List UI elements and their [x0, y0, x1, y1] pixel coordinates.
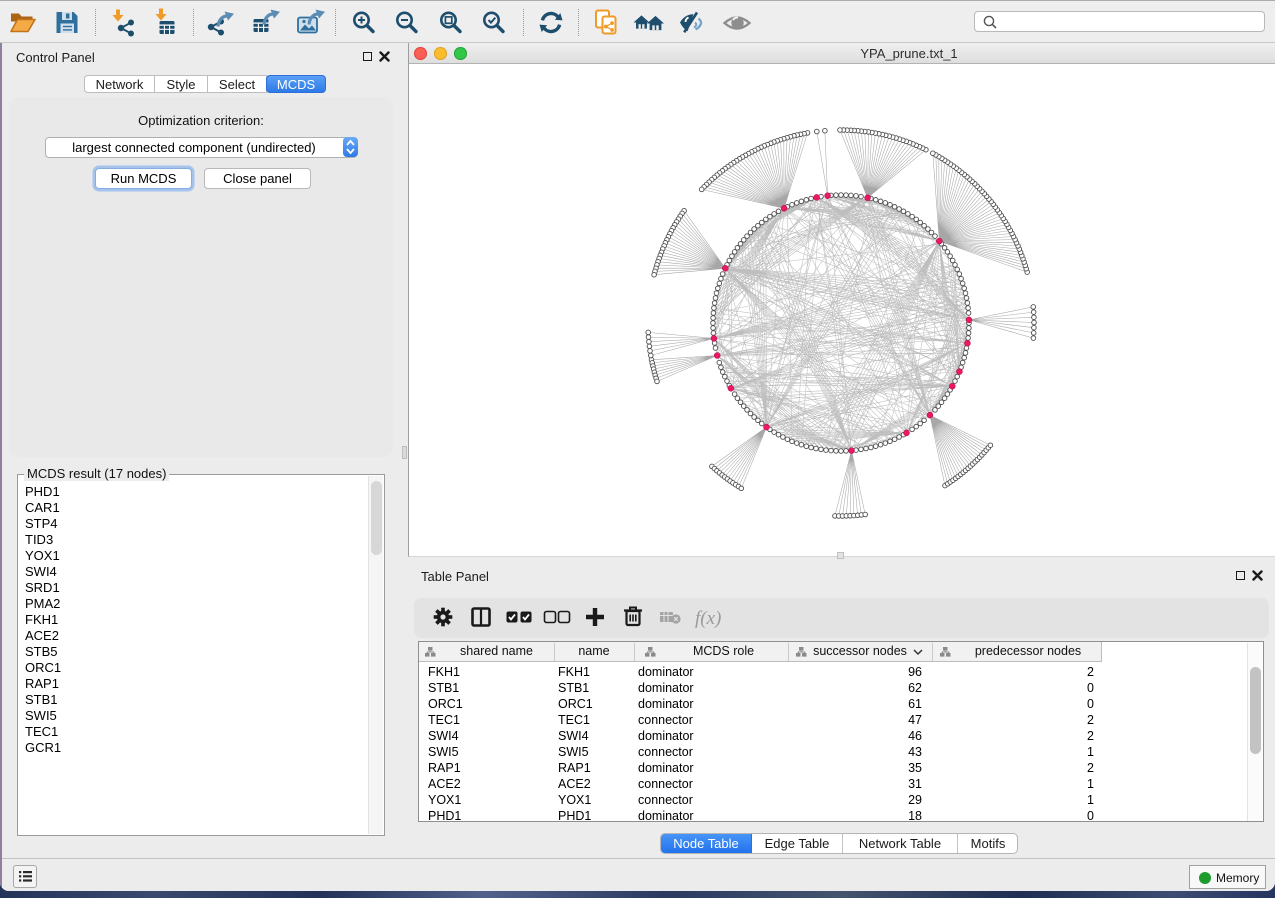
svg-text:f(x): f(x)	[695, 608, 721, 629]
